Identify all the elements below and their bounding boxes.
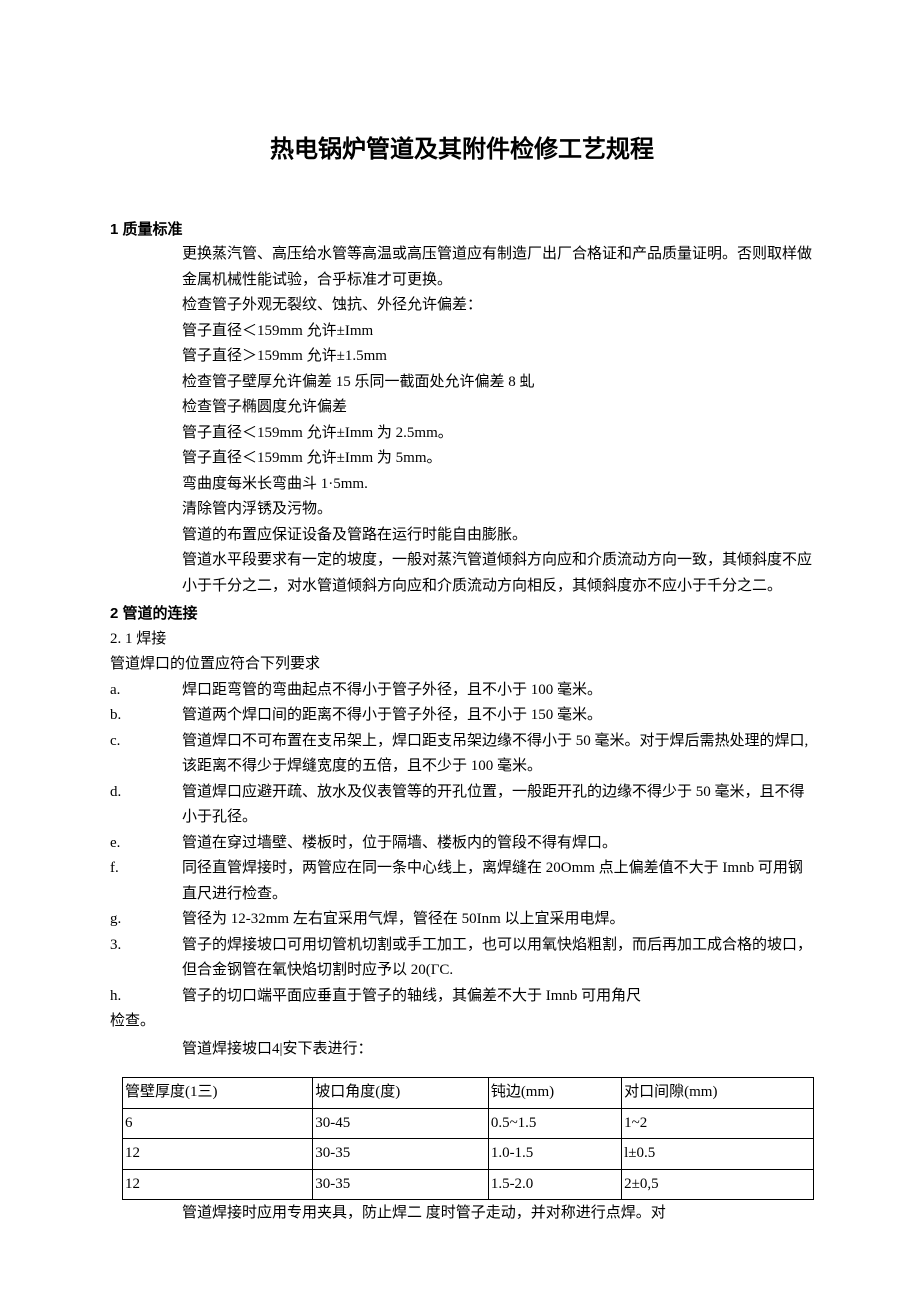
table-cell: 0.5~1.5 (488, 1108, 621, 1139)
table-caption: 管道焊接坡口4|安下表进行： (182, 1037, 814, 1063)
table-cell: 30-35 (313, 1139, 489, 1170)
list-item: h. 管子的切口端平面应垂直于管子的轴线，其偏差不大于 Imnb 可用角尺 (110, 984, 814, 1010)
list-text: 管道在穿过墙壁、楼板时，位于隔墙、楼板内的管段不得有焊口。 (182, 831, 814, 857)
table-cell: 1.0-1.5 (488, 1139, 621, 1170)
table-cell: 30-45 (313, 1108, 489, 1139)
text-line: 检查管子壁厚允许偏差 15 乐同一截面处允许偏差 8 虬 (182, 370, 814, 396)
list-item: b. 管道两个焊口间的距离不得小于管子外径，且不小于 150 毫米。 (110, 703, 814, 729)
list-text: 管径为 12-32mm 左右宜采用气焊，管径在 50Inm 以上宜采用电焊。 (182, 907, 814, 933)
list-item: c. 管道焊口不可布置在支吊架上，焊口距支吊架边缘不得小于 50 毫米。对于焊后… (110, 729, 814, 780)
list-label: f. (110, 856, 182, 907)
table-row: 12 30-35 1.5-2.0 2±0,5 (123, 1169, 814, 1200)
section-1-body: 更换蒸汽管、高压给水管等高温或高压管道应有制造厂出厂合格证和产品质量证明。否则取… (182, 242, 814, 599)
table-header: 管壁厚度(1三) (123, 1078, 313, 1109)
text-line: 管子直径＞159mm 允许±1.5mm (182, 344, 814, 370)
text-line: 管道水平段要求有一定的坡度，一般对蒸汽管道倾斜方向应和介质流动方向一致，其倾斜度… (182, 548, 814, 599)
list-item: 3. 管子的焊接坡口可用切管机切割或手工加工，也可以用氧快焰粗割，而后再加工成合… (110, 933, 814, 984)
list-label: d. (110, 780, 182, 831)
table-row: 6 30-45 0.5~1.5 1~2 (123, 1108, 814, 1139)
list-label: c. (110, 729, 182, 780)
table-cell: 2±0,5 (622, 1169, 814, 1200)
text-line: 弯曲度每米长弯曲斗 1·5mm. (182, 472, 814, 498)
table-cell: l±0.5 (622, 1139, 814, 1170)
table-cell: 12 (123, 1139, 313, 1170)
table-cell: 1~2 (622, 1108, 814, 1139)
table-cell: 1.5-2.0 (488, 1169, 621, 1200)
table-header: 对口间隙(mm) (622, 1078, 814, 1109)
list-item: a. 焊口距弯管的弯曲起点不得小于管子外径，且不小于 100 毫米。 (110, 678, 814, 704)
list-text: 同径直管焊接时，两管应在同一条中心线上，离焊缝在 20Omm 点上偏差值不大于 … (182, 856, 814, 907)
text-line: 管道的布置应保证设备及管路在运行时能自由膨胀。 (182, 523, 814, 549)
list-item: g. 管径为 12-32mm 左右宜采用气焊，管径在 50Inm 以上宜采用电焊… (110, 907, 814, 933)
text-line: 检查。 (110, 1009, 814, 1035)
list-label: e. (110, 831, 182, 857)
list-label: a. (110, 678, 182, 704)
table-header: 钝边(mm) (488, 1078, 621, 1109)
text-line: 清除管内浮锈及污物。 (182, 497, 814, 523)
groove-table: 管壁厚度(1三) 坡口角度(度) 钝边(mm) 对口间隙(mm) 6 30-45… (122, 1077, 814, 1200)
table-header: 坡口角度(度) (313, 1078, 489, 1109)
list-label: h. (110, 984, 182, 1010)
table-cell: 30-35 (313, 1169, 489, 1200)
list-text: 管子的焊接坡口可用切管机切割或手工加工，也可以用氧快焰粗割，而后再加工成合格的坡… (182, 933, 814, 984)
list-label: 3. (110, 933, 182, 984)
list-item: f. 同径直管焊接时，两管应在同一条中心线上，离焊缝在 20Omm 点上偏差值不… (110, 856, 814, 907)
table-cell: 12 (123, 1169, 313, 1200)
list-item: e. 管道在穿过墙壁、楼板时，位于隔墙、楼板内的管段不得有焊口。 (110, 831, 814, 857)
list-item: d. 管道焊口应避开疏、放水及仪表管等的开孔位置，一般距开孔的边缘不得少于 50… (110, 780, 814, 831)
subsection-2-1: 2. 1 焊接 (110, 627, 814, 653)
list-label: g. (110, 907, 182, 933)
table-cell: 6 (123, 1108, 313, 1139)
text-line: 检查管子外观无裂纹、蚀抗、外径允许偏差： (182, 293, 814, 319)
table-row: 管壁厚度(1三) 坡口角度(度) 钝边(mm) 对口间隙(mm) (123, 1078, 814, 1109)
section-2-intro: 管道焊口的位置应符合下列要求 (110, 652, 814, 678)
list-text: 管道两个焊口间的距离不得小于管子外径，且不小于 150 毫米。 (182, 703, 814, 729)
text-line: 管子直径＜159mm 允许±Imm 为 5mm。 (182, 446, 814, 472)
document-page: 热电锅炉管道及其附件检修工艺规程 1 质量标准 更换蒸汽管、高压给水管等高温或高… (0, 0, 920, 1301)
page-title: 热电锅炉管道及其附件检修工艺规程 (110, 130, 814, 171)
text-line: 管子直径＜159mm 允许±Imm 为 2.5mm。 (182, 421, 814, 447)
section-1-head: 1 质量标准 (110, 217, 814, 243)
list-label: b. (110, 703, 182, 729)
text-line: 检查管子椭圆度允许偏差 (182, 395, 814, 421)
table-row: 12 30-35 1.0-1.5 l±0.5 (123, 1139, 814, 1170)
list-text: 焊口距弯管的弯曲起点不得小于管子外径，且不小于 100 毫米。 (182, 678, 814, 704)
text-line: 管子直径＜159mm 允许±Imm (182, 319, 814, 345)
list-text: 管子的切口端平面应垂直于管子的轴线，其偏差不大于 Imnb 可用角尺 (182, 984, 814, 1010)
list-text: 管道焊口不可布置在支吊架上，焊口距支吊架边缘不得小于 50 毫米。对于焊后需热处… (182, 729, 814, 780)
text-line: 更换蒸汽管、高压给水管等高温或高压管道应有制造厂出厂合格证和产品质量证明。否则取… (182, 242, 814, 293)
section-2-head: 2 管道的连接 (110, 601, 814, 627)
table-footnote: 管道焊接时应用专用夹具，防止焊二 度时管子走动，并对称进行点焊。对 (182, 1201, 814, 1227)
list-text: 管道焊口应避开疏、放水及仪表管等的开孔位置，一般距开孔的边缘不得少于 50 毫米… (182, 780, 814, 831)
